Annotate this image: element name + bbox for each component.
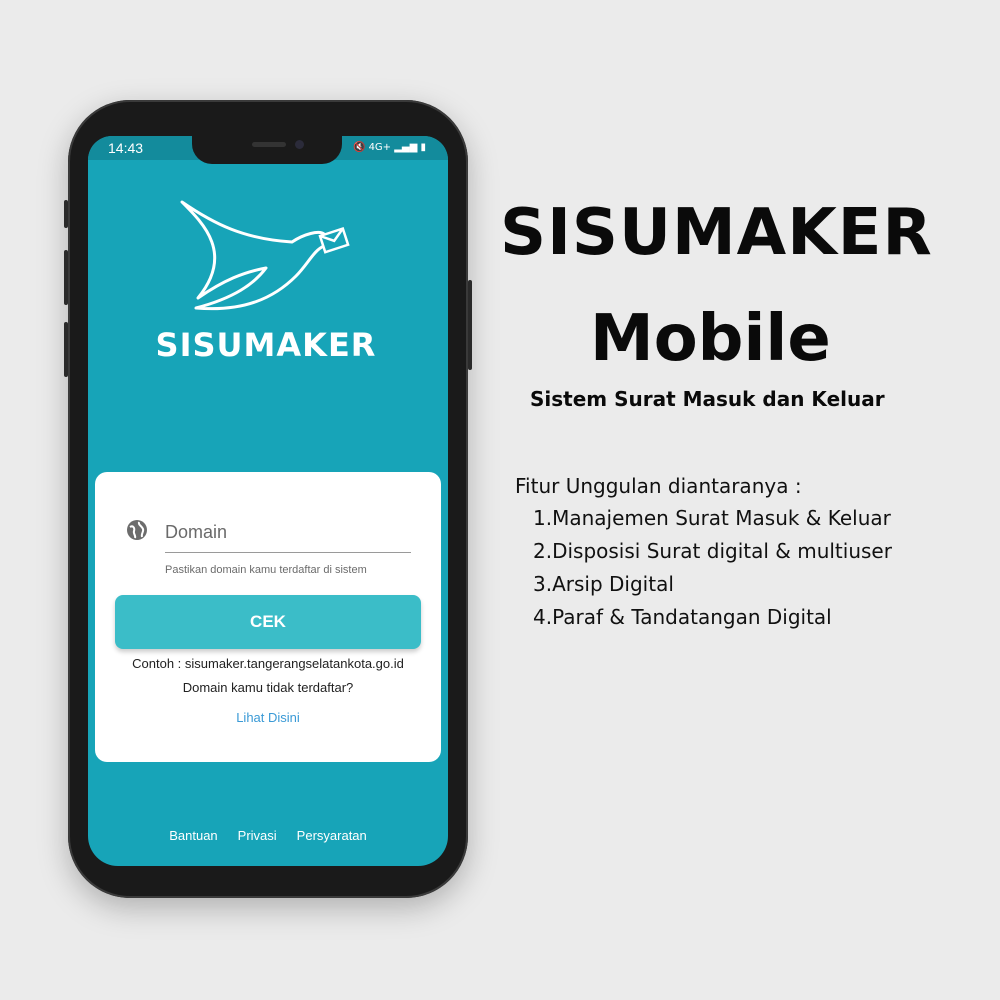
bird-with-envelope-icon bbox=[180, 200, 350, 311]
promo-title-line2: Mobile bbox=[590, 302, 831, 376]
feature-item: 3.Arsip Digital bbox=[533, 572, 674, 596]
status-time: 14:43 bbox=[108, 140, 144, 156]
phone-screen: 14:43 🔇 4G+ ▂▄▆ ▮ SISUMAKER Pastikan dom… bbox=[88, 136, 448, 866]
power-button bbox=[468, 280, 472, 370]
domain-example: Contoh : sisumaker.tangerangselatankota.… bbox=[132, 656, 404, 671]
camera-icon bbox=[295, 140, 304, 149]
volume-up-button bbox=[64, 250, 68, 305]
footer-link-persyaratan[interactable]: Persyaratan bbox=[297, 828, 367, 843]
envelope-icon bbox=[318, 227, 350, 254]
footer-links: Bantuan Privasi Persyaratan bbox=[88, 828, 448, 843]
footer-link-privasi[interactable]: Privasi bbox=[238, 828, 277, 843]
promo-subtitle: Sistem Surat Masuk dan Keluar bbox=[530, 387, 885, 411]
speaker-grille bbox=[252, 142, 286, 147]
volume-down-button bbox=[64, 322, 68, 377]
app-name-logo: SISUMAKER bbox=[155, 326, 377, 364]
feature-item: 1.Manajemen Surat Masuk & Keluar bbox=[533, 506, 891, 530]
phone-notch bbox=[192, 136, 342, 164]
phone-mockup: 14:43 🔇 4G+ ▂▄▆ ▮ SISUMAKER Pastikan dom… bbox=[64, 100, 472, 898]
status-icons: 🔇 4G+ ▂▄▆ ▮ bbox=[352, 142, 426, 153]
globe-icon bbox=[127, 520, 147, 540]
feature-item: 2.Disposisi Surat digital & multiuser bbox=[533, 539, 892, 563]
footer-link-bantuan[interactable]: Bantuan bbox=[169, 828, 217, 843]
features-heading: Fitur Unggulan diantaranya : bbox=[515, 474, 802, 498]
feature-item: 4.Paraf & Tandatangan Digital bbox=[533, 605, 832, 629]
domain-input[interactable] bbox=[165, 512, 411, 553]
domain-card: Pastikan domain kamu terdaftar di sistem… bbox=[95, 472, 441, 762]
features-list: 1.Manajemen Surat Masuk & Keluar 2.Dispo… bbox=[533, 506, 892, 638]
mute-switch bbox=[64, 200, 68, 228]
promo-title-line1: SISUMAKER bbox=[500, 196, 933, 270]
not-registered-text: Domain kamu tidak terdaftar? bbox=[182, 680, 354, 695]
see-here-link[interactable]: Lihat Disini bbox=[95, 710, 441, 725]
cek-button[interactable]: CEK bbox=[115, 595, 421, 649]
domain-hint: Pastikan domain kamu terdaftar di sistem bbox=[165, 564, 367, 576]
